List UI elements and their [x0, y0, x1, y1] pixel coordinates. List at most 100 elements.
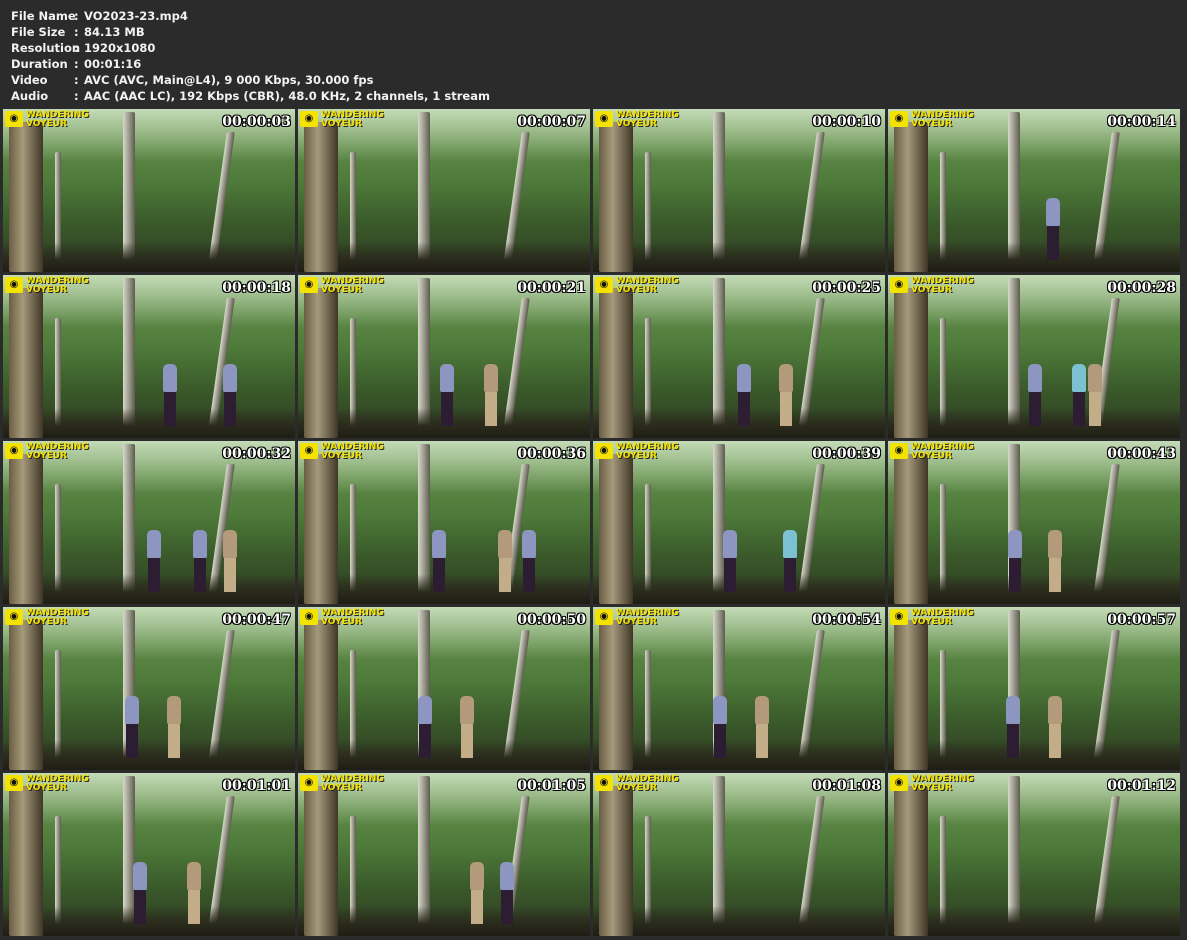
thumbnail-frame[interactable]: ◉ WANDERING VOYEUR 00:00:47 [3, 607, 295, 770]
thumbnail-frame[interactable]: ◉ WANDERING VOYEUR 00:00:03 [3, 109, 295, 272]
person-figure [418, 696, 432, 762]
tree-trunk [894, 786, 928, 936]
logo-line-2: VOYEUR [911, 285, 953, 295]
person-figure [779, 364, 793, 430]
tree-trunk [304, 122, 338, 272]
thumbnail-timestamp: 00:00:14 [1107, 114, 1176, 130]
thumbnail-frame[interactable]: ◉ WANDERING VOYEUR 00:00:50 [298, 607, 590, 770]
thumbnail-frame[interactable]: ◉ WANDERING VOYEUR 00:01:12 [888, 773, 1180, 936]
thumbnail-timestamp: 00:00:10 [812, 114, 881, 130]
info-label: File Size [11, 25, 66, 39]
thumbnail-frame[interactable]: ◉ WANDERING VOYEUR 00:00:25 [593, 275, 885, 438]
forest-ground [3, 740, 295, 770]
logo-line-2: VOYEUR [26, 119, 68, 129]
thumbnail-frame[interactable]: ◉ WANDERING VOYEUR 00:01:05 [298, 773, 590, 936]
person-figure [223, 530, 237, 596]
thumbnail-frame[interactable]: ◉ WANDERING VOYEUR 00:00:36 [298, 441, 590, 604]
tree-trunk [304, 786, 338, 936]
info-row-resolution: Resolution:1920x1080 [11, 41, 156, 55]
thumbnail-frame[interactable]: ◉ WANDERING VOYEUR 00:00:18 [3, 275, 295, 438]
forest-ground [593, 906, 885, 936]
info-row-audio: Audio: AAC (AAC LC), 192 Kbps (CBR), 48.0… [11, 89, 490, 103]
camera-icon: ◉ [5, 443, 23, 459]
watermark-logo: ◉ WANDERING VOYEUR [890, 111, 974, 129]
watermark-logo: ◉ WANDERING VOYEUR [5, 775, 89, 793]
thumbnail-frame[interactable]: ◉ WANDERING VOYEUR 00:00:21 [298, 275, 590, 438]
person-figure [147, 530, 161, 596]
camera-icon: ◉ [300, 609, 318, 625]
thumbnail-timestamp: 00:00:03 [222, 114, 291, 130]
watermark-logo: ◉ WANDERING VOYEUR [300, 609, 384, 627]
person-figure [500, 862, 514, 928]
logo-line-2: VOYEUR [321, 617, 363, 627]
thumbnail-frame[interactable]: ◉ WANDERING VOYEUR 00:00:28 [888, 275, 1180, 438]
info-row-file-size: File Size:84.13 MB [11, 25, 145, 39]
info-label: Audio [11, 89, 49, 103]
watermark-logo: ◉ WANDERING VOYEUR [300, 443, 384, 461]
camera-icon: ◉ [890, 111, 908, 127]
watermark-logo: ◉ WANDERING VOYEUR [595, 443, 679, 461]
tree-trunk [599, 454, 633, 604]
watermark-logo: ◉ WANDERING VOYEUR [5, 111, 89, 129]
info-label: Duration [11, 57, 68, 71]
camera-icon: ◉ [5, 277, 23, 293]
tree-trunk [9, 620, 43, 770]
person-figure [460, 696, 474, 762]
logo-line-2: VOYEUR [26, 285, 68, 295]
thumbnail-grid: ◉ WANDERING VOYEUR 00:00:03 ◉ WANDERING VOYEUR… [3, 109, 1180, 936]
camera-icon: ◉ [595, 111, 613, 127]
watermark-logo: ◉ WANDERING VOYEUR [5, 609, 89, 627]
thumbnail-timestamp: 00:00:25 [812, 280, 881, 296]
camera-icon: ◉ [890, 775, 908, 791]
forest-ground [298, 242, 590, 272]
logo-line-2: VOYEUR [911, 451, 953, 461]
thumbnail-frame[interactable]: ◉ WANDERING VOYEUR 00:00:39 [593, 441, 885, 604]
forest-ground [593, 242, 885, 272]
watermark-logo: ◉ WANDERING VOYEUR [890, 609, 974, 627]
logo-line-2: VOYEUR [26, 451, 68, 461]
camera-icon: ◉ [595, 609, 613, 625]
forest-ground [3, 242, 295, 272]
thumbnail-frame[interactable]: ◉ WANDERING VOYEUR 00:00:07 [298, 109, 590, 272]
camera-icon: ◉ [300, 443, 318, 459]
forest-ground [888, 906, 1180, 936]
info-row-file-name: File Name: VO2023-23.mp4 [11, 9, 188, 23]
watermark-logo: ◉ WANDERING VOYEUR [595, 111, 679, 129]
thumbnail-frame[interactable]: ◉ WANDERING VOYEUR 00:00:43 [888, 441, 1180, 604]
logo-line-2: VOYEUR [616, 451, 658, 461]
thumbnail-frame[interactable]: ◉ WANDERING VOYEUR 00:00:10 [593, 109, 885, 272]
tree-trunk [599, 122, 633, 272]
camera-icon: ◉ [5, 111, 23, 127]
info-value: 00:01:16 [84, 57, 142, 71]
logo-line-2: VOYEUR [616, 119, 658, 129]
person-figure [713, 696, 727, 762]
thumbnail-timestamp: 00:00:50 [517, 612, 586, 628]
thumbnail-timestamp: 00:01:12 [1107, 778, 1176, 794]
camera-icon: ◉ [5, 609, 23, 625]
thumbnail-timestamp: 00:00:07 [517, 114, 586, 130]
watermark-logo: ◉ WANDERING VOYEUR [595, 775, 679, 793]
forest-ground [298, 906, 590, 936]
person-figure [1048, 530, 1062, 596]
thumbnail-frame[interactable]: ◉ WANDERING VOYEUR 00:00:32 [3, 441, 295, 604]
thumbnail-frame[interactable]: ◉ WANDERING VOYEUR 00:00:14 [888, 109, 1180, 272]
forest-ground [888, 740, 1180, 770]
person-figure [440, 364, 454, 430]
tree-trunk [9, 454, 43, 604]
thumbnail-frame[interactable]: ◉ WANDERING VOYEUR 00:00:57 [888, 607, 1180, 770]
thumbnail-timestamp: 00:00:47 [222, 612, 291, 628]
info-row-duration: Duration:00:01:16 [11, 57, 142, 71]
person-figure [755, 696, 769, 762]
logo-line-2: VOYEUR [616, 617, 658, 627]
info-value: 84.13 MB [84, 25, 145, 39]
thumbnail-frame[interactable]: ◉ WANDERING VOYEUR 00:00:54 [593, 607, 885, 770]
tree-trunk [894, 122, 928, 272]
thumbnail-frame[interactable]: ◉ WANDERING VOYEUR 00:01:01 [3, 773, 295, 936]
watermark-logo: ◉ WANDERING VOYEUR [890, 443, 974, 461]
thumbnail-frame[interactable]: ◉ WANDERING VOYEUR 00:01:08 [593, 773, 885, 936]
thumbnail-timestamp: 00:00:28 [1107, 280, 1176, 296]
watermark-logo: ◉ WANDERING VOYEUR [300, 277, 384, 295]
logo-line-2: VOYEUR [321, 285, 363, 295]
watermark-logo: ◉ WANDERING VOYEUR [5, 277, 89, 295]
person-figure [125, 696, 139, 762]
